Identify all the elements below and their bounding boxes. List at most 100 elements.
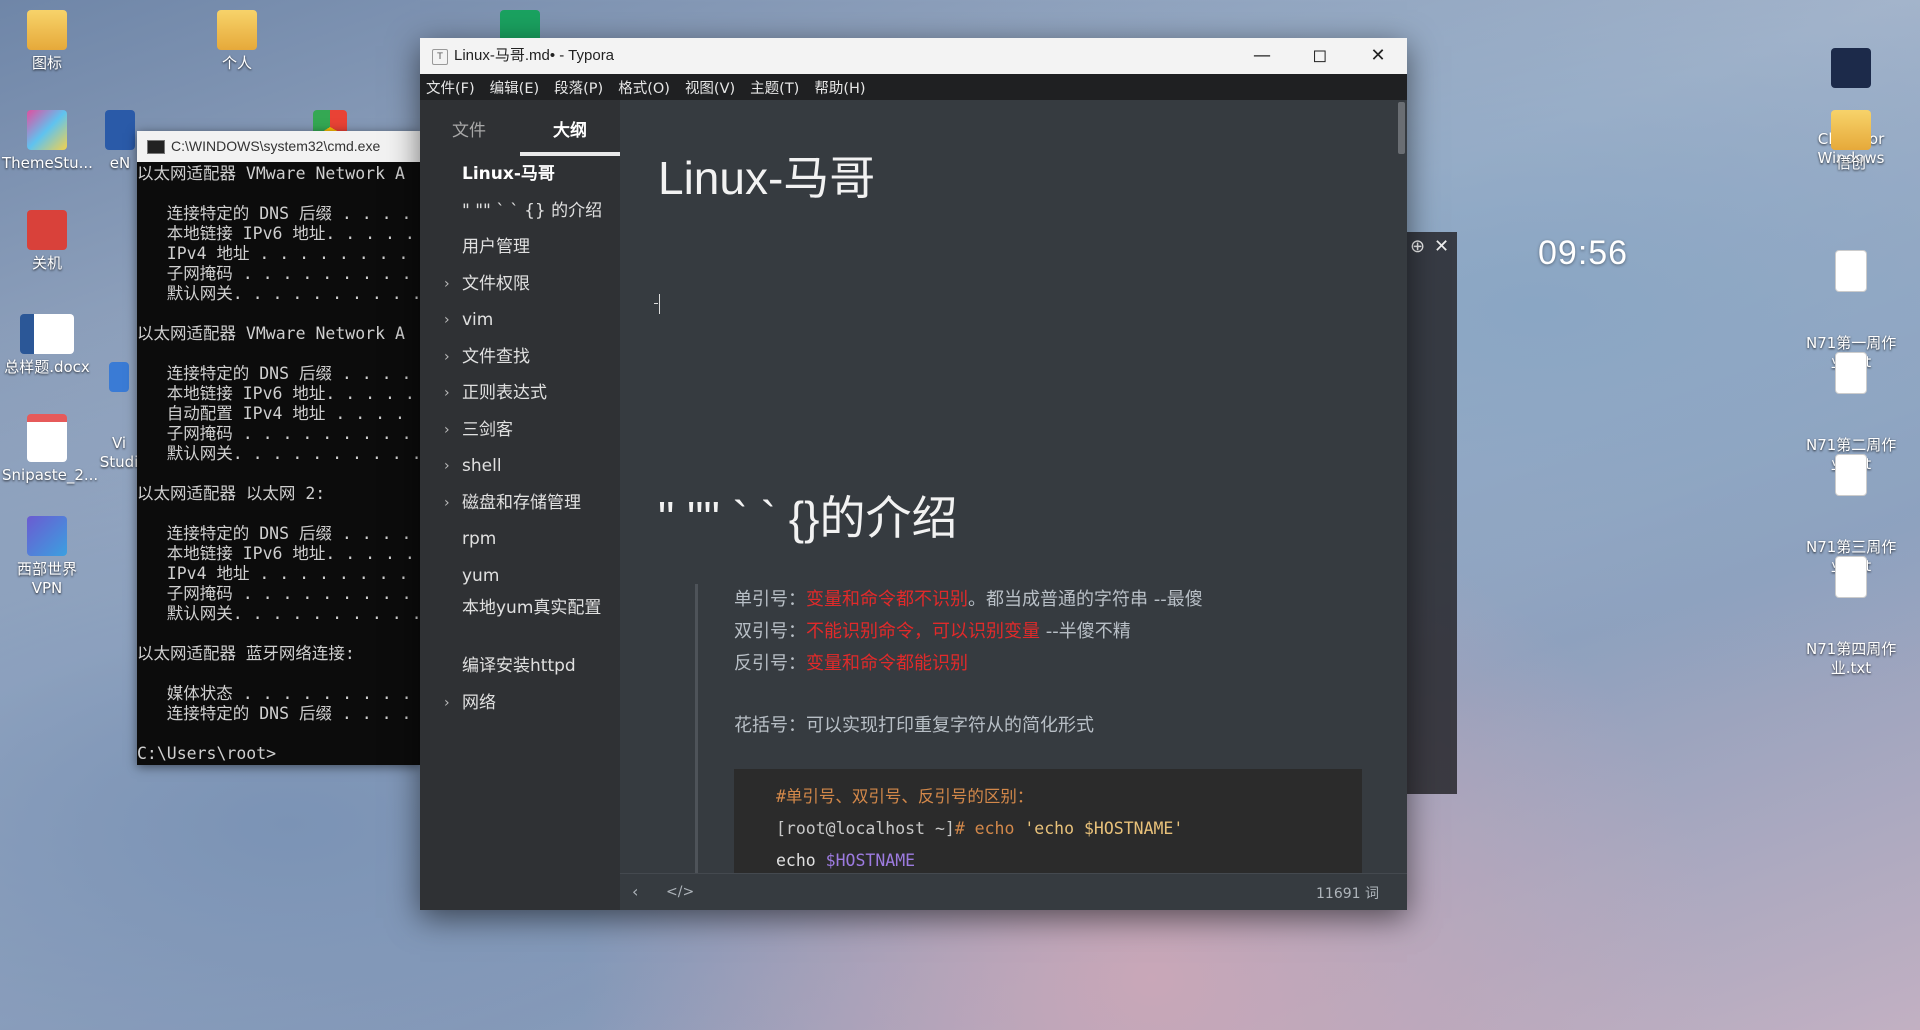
editor[interactable]: Linux-马哥 " "" ` ` {}的介绍 单引号：变量和命令都不识别。都当… <box>620 100 1407 874</box>
outline-item[interactable]: › 文件查找 <box>420 339 620 376</box>
cmd-titlebar[interactable]: C:\WINDOWS\system32\cmd.exe <box>137 131 420 162</box>
desktop-icon-n71-4[interactable]: N71第四周作 业.txt <box>1806 518 1896 697</box>
quote-label: 双引号： <box>734 621 806 642</box>
outline-item[interactable]: › 正则表达式 <box>420 375 620 412</box>
minimize-button[interactable]: — <box>1233 38 1291 74</box>
outline-item-label: Linux-马哥 <box>462 164 555 184</box>
cmd-line: 本地链接 IPv6 地址. . . . . <box>137 384 415 403</box>
outline-item[interactable]: › 三剑客 <box>420 412 620 449</box>
menu-theme[interactable]: 主题(T) <box>750 77 799 98</box>
desktop-icon-label: 信创 <box>1835 154 1866 172</box>
desktop-icon-vpn[interactable]: 西部世界VPN <box>2 516 92 598</box>
source-code-mode-icon[interactable]: </> <box>666 884 694 900</box>
code-line: echo $HOSTNAME <box>776 845 1362 874</box>
code-block[interactable]: #单引号、双引号、反引号的区别： [root@localhost ~]# ech… <box>734 769 1362 874</box>
menu-paragraph[interactable]: 段落(P) <box>554 77 603 98</box>
chevron-right-icon[interactable]: › <box>444 412 450 449</box>
cmd-line: 子网掩码 . . . . . . . . . <box>137 584 412 603</box>
outline-item[interactable]: 编译安装httpd <box>420 648 620 685</box>
desktop-icon-snipaste[interactable]: Snipaste_2... <box>2 414 98 485</box>
cmd-line: 默认网关. . . . . . . . . . <box>137 604 420 623</box>
cmd-line: 连接特定的 DNS 后缀 . . . . <box>137 364 412 383</box>
desktop-icon-guanji[interactable]: 关机 <box>2 210 92 273</box>
app-shortcut-icon <box>105 110 135 150</box>
outline-item[interactable]: rpm <box>420 521 620 558</box>
text-cursor <box>659 294 660 314</box>
outline-item[interactable]: yum <box>420 558 620 595</box>
chevron-right-icon[interactable]: › <box>444 375 450 412</box>
maximize-button[interactable]: ◻ <box>1291 38 1349 74</box>
outline-item[interactable]: " "" ` ` {} 的介绍 <box>420 193 620 230</box>
toggle-sidebar-icon[interactable]: ‹ <box>632 882 638 901</box>
desktop-icon-label: 总样题.docx <box>4 358 90 376</box>
chevron-right-icon[interactable]: › <box>444 339 450 376</box>
tab-files[interactable]: 文件 <box>452 116 486 141</box>
cmd-line: 连接特定的 DNS 后缀 . . . . <box>137 524 412 543</box>
folder-icon <box>27 10 67 50</box>
close-icon[interactable]: ✕ <box>1434 236 1449 257</box>
folder-icon <box>1831 110 1871 150</box>
chevron-right-icon[interactable]: › <box>444 266 450 303</box>
menu-help[interactable]: 帮助(H) <box>814 77 865 98</box>
outline-item[interactable]: 本地yum真实配置 <box>420 594 620 648</box>
cmd-line <box>137 624 420 644</box>
cmd-line: 以太网适配器 以太网 2: <box>137 484 326 503</box>
doc-heading-2[interactable]: " "" ` ` {}的介绍 <box>658 482 957 548</box>
typora-window[interactable]: T Linux-马哥.md• - Typora — ◻ ✕ 文件(F) 编辑(E… <box>420 38 1407 910</box>
outline-item[interactable]: › 网络 <box>420 685 620 722</box>
code-keyword: echo <box>776 851 826 870</box>
cmd-line: C:\Users\root> <box>137 744 277 763</box>
cmd-line: IPv4 地址 . . . . . . . . . <box>137 244 420 263</box>
cmd-line <box>137 184 420 204</box>
word-count[interactable]: 11691 词 <box>1316 883 1379 903</box>
menu-file[interactable]: 文件(F) <box>426 77 475 98</box>
desktop-icon-label: ThemeStu... <box>2 154 93 172</box>
cmd-line <box>137 664 420 684</box>
outline-item-label: 磁盘和存储管理 <box>462 492 581 513</box>
code-variable: $HOSTNAME <box>825 851 916 870</box>
chevron-right-icon[interactable]: › <box>444 448 450 485</box>
outline-item[interactable]: › 文件权限 <box>420 266 620 303</box>
menu-edit[interactable]: 编辑(E) <box>490 77 539 98</box>
desktop-icon-zongyangti[interactable]: 总样题.docx <box>2 314 92 377</box>
title-bar[interactable]: T Linux-马哥.md• - Typora — ◻ ✕ <box>420 38 1407 74</box>
outline-item[interactable]: › 磁盘和存储管理 <box>420 485 620 522</box>
outline-item-label: 文件权限 <box>462 273 530 294</box>
chevron-right-icon[interactable]: › <box>444 485 450 522</box>
add-widget-icon[interactable]: ⊕ <box>1410 236 1425 257</box>
desktop-icon-label: 西部世界VPN <box>16 560 77 597</box>
outline-item-label: rpm <box>462 529 497 549</box>
desktop-icon-label: 图标 <box>31 54 62 72</box>
tab-outline[interactable]: 大纲 <box>553 116 587 141</box>
folder-icon <box>217 10 257 50</box>
desktop-icon-xinchuang[interactable]: 信创 <box>1806 110 1896 173</box>
menu-format[interactable]: 格式(O) <box>618 77 670 98</box>
outline-item[interactable]: Linux-马哥 <box>420 156 620 193</box>
scrollbar[interactable] <box>1398 102 1405 154</box>
chevron-right-icon[interactable]: › <box>444 685 450 722</box>
snipaste-file-icon <box>27 414 67 462</box>
desktop-icon-tubiao[interactable]: 图标 <box>2 10 92 73</box>
cmd-window[interactable]: C:\WINDOWS\system32\cmd.exe 以太网适配器 VMwar… <box>137 131 420 765</box>
doc-heading-1[interactable]: Linux-马哥 <box>658 142 875 208</box>
desktop-icon-themestudio[interactable]: ThemeStu... <box>2 110 93 173</box>
cmd-line: 以太网适配器 VMware Network A <box>137 324 405 343</box>
cmd-output[interactable]: 以太网适配器 VMware Network A 连接特定的 DNS 后缀 . .… <box>137 162 420 764</box>
outline-item[interactable]: 用户管理 <box>420 229 620 266</box>
menu-view[interactable]: 视图(V) <box>685 77 735 98</box>
desktop-icon-en[interactable]: eN <box>100 110 140 173</box>
outline-item[interactable]: › shell <box>420 448 620 485</box>
cmd-line: 连接特定的 DNS 后缀 . . . . <box>137 204 412 223</box>
quote-text: --半傻不精 <box>1040 621 1131 642</box>
close-button[interactable]: ✕ <box>1349 38 1407 74</box>
code-command: # echo <box>954 819 1025 838</box>
cmd-title: C:\WINDOWS\system32\cmd.exe <box>171 138 381 154</box>
chevron-right-icon[interactable]: › <box>444 302 450 339</box>
desktop-icon-geren[interactable]: 个人 <box>192 10 282 73</box>
desktop-icon-label: 个人 <box>221 54 252 72</box>
window-title: Linux-马哥.md• - Typora <box>454 47 615 64</box>
outline-item-label: 编译安装httpd <box>462 656 576 676</box>
cmd-line: 连接特定的 DNS 后缀 . . . . <box>137 704 412 723</box>
quote-line: 双引号：不能识别命令，可以识别变量 --半傻不精 <box>734 616 1374 648</box>
outline-item[interactable]: › vim <box>420 302 620 339</box>
